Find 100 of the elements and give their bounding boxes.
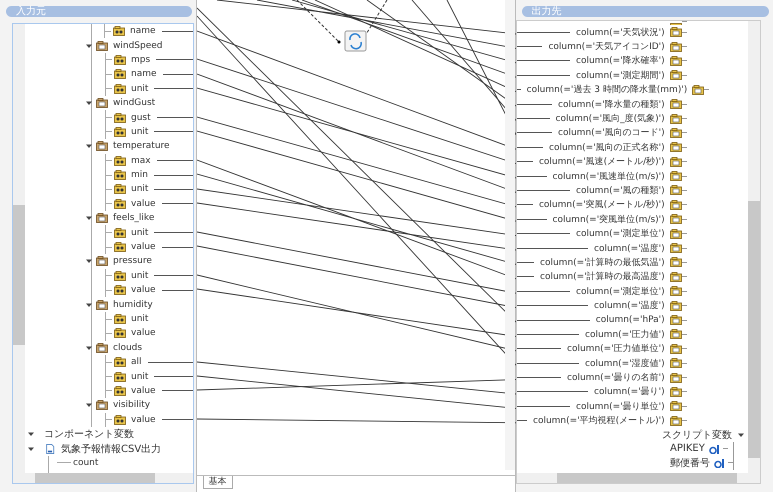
group-label[interactable]: temperature xyxy=(113,141,170,152)
caret-icon[interactable] xyxy=(28,431,34,438)
column-label[interactable]: column(='計算時の最低気温') xyxy=(540,256,665,269)
component-label[interactable]: 気象予報情報CSV出力 xyxy=(61,442,162,456)
tab[interactable]: 基本 xyxy=(202,476,232,489)
caret-icon[interactable] xyxy=(28,446,34,452)
column-label[interactable]: column(='過去 3 時間の降水量(mm)') xyxy=(526,83,688,96)
variable-label[interactable]: count xyxy=(73,458,98,468)
field-label[interactable]: unit xyxy=(131,228,148,238)
column-label[interactable]: column(='風速(メートル/秒)') xyxy=(538,155,665,168)
folder-icon xyxy=(670,386,682,397)
field-label[interactable]: value xyxy=(131,198,156,209)
caret-icon[interactable] xyxy=(86,344,92,351)
group-label[interactable]: feels_like xyxy=(113,213,154,224)
field-label[interactable]: unit xyxy=(131,84,148,94)
field-label[interactable]: unit xyxy=(131,314,148,324)
caret-icon[interactable] xyxy=(738,432,744,438)
scrollbar[interactable] xyxy=(504,0,515,470)
column-label[interactable]: column(='天気アイコンID') xyxy=(548,40,665,54)
group-label[interactable]: humidity xyxy=(113,300,153,310)
field-label[interactable]: max xyxy=(131,156,151,166)
field-label[interactable]: unit xyxy=(131,126,148,137)
group-label[interactable]: clouds xyxy=(113,342,142,353)
column-label[interactable]: column(='hPa') xyxy=(596,315,665,325)
column-label[interactable]: column(='風の種類') xyxy=(576,184,665,197)
field-label[interactable]: value xyxy=(131,414,156,425)
column-label[interactable]: column(='湿度値') xyxy=(585,356,665,370)
caret-icon[interactable] xyxy=(86,100,92,106)
scrollbar[interactable] xyxy=(13,473,192,483)
folder-icon xyxy=(670,214,682,224)
column-label[interactable]: column(='風向の正式名称') xyxy=(549,140,665,154)
column-label[interactable]: column(='測定単位') xyxy=(576,227,665,240)
column-label[interactable]: column(='曇りの名前') xyxy=(567,371,665,384)
scrollbar[interactable] xyxy=(516,473,760,483)
scrollbar[interactable] xyxy=(13,24,25,473)
caret-icon[interactable] xyxy=(86,42,92,49)
folder-icon xyxy=(670,416,682,426)
column-label[interactable]: column(='突風単位(m/s)') xyxy=(552,212,665,226)
column-label[interactable]: column(='平均視程(メートル)') xyxy=(533,414,665,428)
column-label[interactable]: column(='温度') xyxy=(594,299,665,312)
field-label[interactable]: value xyxy=(131,242,156,252)
column-label[interactable]: column(='曇り') xyxy=(594,385,665,398)
group-label[interactable]: windGust xyxy=(113,98,156,108)
column-label[interactable]: column(='降水確率') xyxy=(576,54,665,68)
field-label[interactable]: unit xyxy=(131,372,148,382)
field-icon xyxy=(114,112,126,123)
field-label[interactable]: min xyxy=(131,170,148,180)
section-label[interactable]: コンポーネント変数 xyxy=(44,427,134,442)
field-icon xyxy=(114,184,126,194)
caret-icon[interactable] xyxy=(86,215,92,222)
field-icon xyxy=(114,170,126,180)
field-icon xyxy=(113,26,125,36)
column-label[interactable]: column(='圧力値単位') xyxy=(567,342,665,356)
column-label[interactable]: column(='測定期間') xyxy=(576,68,665,82)
field-label[interactable]: unit xyxy=(131,270,148,281)
caret-icon[interactable] xyxy=(86,302,92,308)
column-label[interactable]: column(='測定単位') xyxy=(576,284,665,298)
column-label[interactable]: column(='突風(メートル/秒)') xyxy=(538,198,665,212)
folder-icon xyxy=(96,141,108,152)
column-label[interactable]: column(='温度') xyxy=(594,242,665,255)
field-label[interactable]: unit xyxy=(131,184,148,194)
field-label[interactable]: value xyxy=(131,386,156,396)
column-label[interactable]: column(='曇り単位') xyxy=(576,400,665,413)
folder-icon xyxy=(670,142,682,152)
group-label[interactable]: pressure xyxy=(113,256,152,266)
group-label[interactable]: windSpeed xyxy=(113,40,162,51)
mapping-function-icon[interactable] xyxy=(344,30,366,52)
caret-icon[interactable] xyxy=(86,143,92,150)
folder-icon xyxy=(670,228,682,239)
folder-icon xyxy=(670,200,682,210)
column-label[interactable]: column(='計算時の最高温度') xyxy=(540,270,665,284)
document-icon xyxy=(44,444,56,454)
folder-icon xyxy=(670,128,682,138)
field-label[interactable]: value xyxy=(131,285,156,296)
folder-icon xyxy=(96,213,108,224)
field-label[interactable]: name xyxy=(131,69,157,80)
scrollbar[interactable] xyxy=(748,21,760,473)
group-label[interactable]: visibility xyxy=(113,400,150,410)
folder-icon xyxy=(670,56,682,66)
column-label[interactable]: column(='圧力値') xyxy=(585,328,665,341)
column-label[interactable]: column(='風向_度(気象)') xyxy=(556,112,665,126)
folder-icon xyxy=(670,156,682,167)
column-label[interactable]: column(='風速単位(m/s)') xyxy=(552,170,665,183)
field-label[interactable]: all xyxy=(131,357,142,368)
field-label[interactable]: value xyxy=(131,328,156,338)
field-label[interactable]: mps xyxy=(131,54,150,65)
field-label[interactable]: gust xyxy=(131,112,151,123)
field-label[interactable]: name xyxy=(130,26,156,36)
column-label[interactable]: column(='天気状況') xyxy=(576,26,665,39)
field-icon xyxy=(114,357,126,368)
variable-label[interactable]: APIKEY xyxy=(670,443,705,454)
caret-icon[interactable] xyxy=(86,258,92,264)
field-icon xyxy=(114,126,126,137)
section-label[interactable]: スクリプト変数 xyxy=(662,428,732,442)
field-icon xyxy=(114,285,126,296)
variable-label[interactable]: 郵便番号 xyxy=(670,456,710,470)
caret-icon[interactable] xyxy=(86,402,92,408)
column-label[interactable]: column(='降水量の種類') xyxy=(558,98,665,111)
column-label[interactable]: column(='風向のコード') xyxy=(558,126,665,140)
field-icon xyxy=(114,69,126,80)
